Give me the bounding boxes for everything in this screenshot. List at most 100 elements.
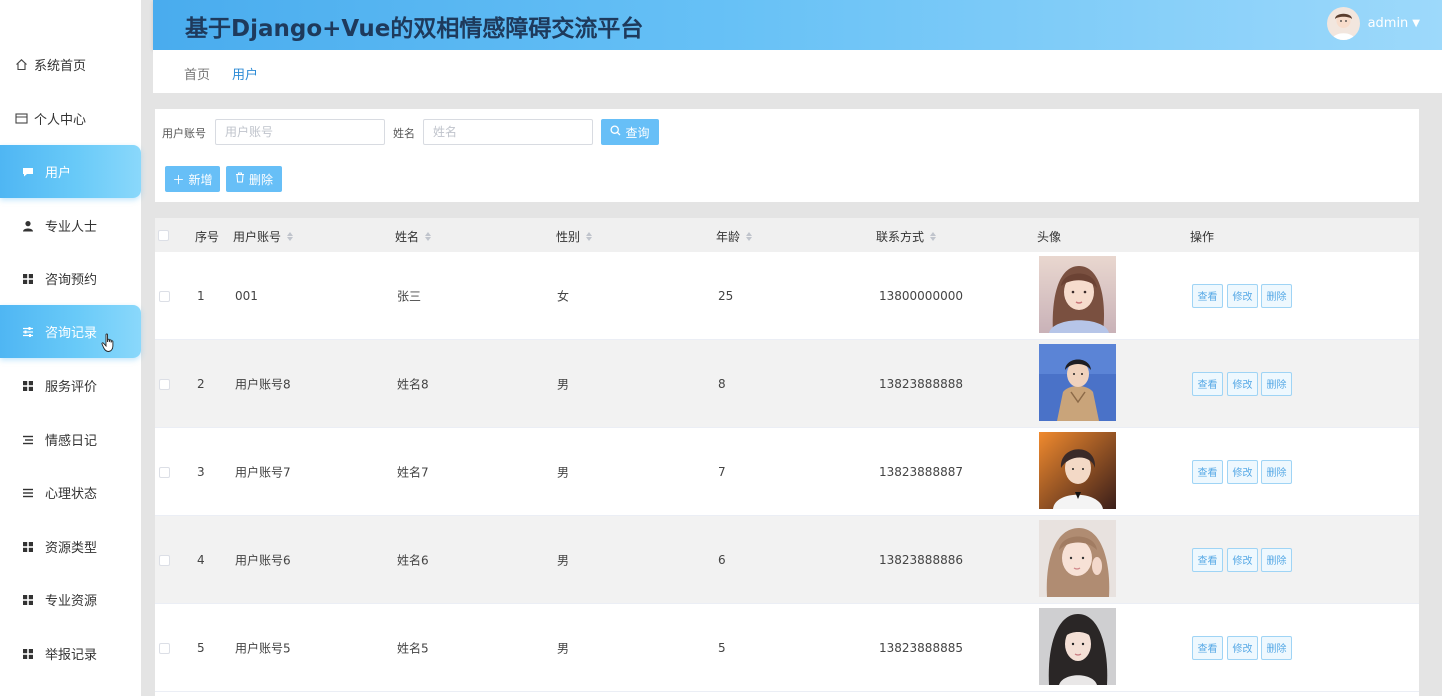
cell-account: 用户账号8 (235, 377, 291, 391)
menu-icon (20, 487, 36, 499)
edit-button[interactable]: 修改 (1227, 635, 1258, 660)
view-button[interactable]: 查看 (1192, 283, 1223, 308)
grid-icon (20, 648, 36, 660)
row-checkbox[interactable] (159, 555, 170, 566)
row-checkbox[interactable] (159, 379, 170, 390)
user-avatar-image (1039, 432, 1116, 509)
sidebar-item-diary[interactable]: 情感日记 (0, 413, 141, 466)
sidebar-item-home[interactable]: 系统首页 (0, 38, 141, 91)
cell-gender: 男 (557, 641, 570, 655)
cell-phone: 13823888885 (879, 640, 963, 655)
delete-button[interactable]: 删除 (1261, 371, 1292, 396)
cell-account: 001 (235, 288, 258, 303)
header-phone[interactable]: 联系方式 (876, 228, 937, 245)
edit-button[interactable]: 修改 (1227, 547, 1258, 572)
cell-gender: 男 (557, 553, 570, 567)
cell-age: 8 (718, 376, 726, 391)
batch-delete-button[interactable]: 删除 (226, 166, 282, 192)
row-checkbox[interactable] (159, 291, 170, 302)
table-row: 5 用户账号5 姓名5 男 5 13823888885 查看 修改 删除 (155, 604, 1419, 692)
header-account[interactable]: 用户账号 (233, 228, 294, 245)
username: admin (1367, 16, 1409, 31)
header-gender[interactable]: 性别 (556, 228, 593, 245)
header-age[interactable]: 年龄 (716, 228, 753, 245)
delete-button[interactable]: 删除 (1261, 459, 1292, 484)
header-account-label: 用户账号 (233, 230, 282, 244)
edit-button[interactable]: 修改 (1227, 283, 1258, 308)
grid-icon (20, 273, 36, 285)
delete-button[interactable]: 删除 (1261, 283, 1292, 308)
sort-icon (930, 232, 937, 241)
sidebar-item-label: 资源类型 (45, 541, 98, 556)
header-name-label: 姓名 (395, 230, 420, 244)
view-button[interactable]: 查看 (1192, 547, 1223, 572)
delete-button[interactable]: 删除 (1261, 547, 1292, 572)
name-label: 姓名 (393, 127, 415, 140)
delete-button[interactable]: 删除 (1261, 635, 1292, 660)
row-checkbox[interactable] (159, 643, 170, 654)
view-button[interactable]: 查看 (1192, 459, 1223, 484)
cell-age: 5 (718, 640, 726, 655)
sidebar-item-label: 系统首页 (34, 59, 87, 74)
breadcrumb-current: 用户 (232, 68, 259, 83)
cell-index: 5 (197, 640, 205, 655)
header-phone-label: 联系方式 (876, 230, 925, 244)
row-checkbox[interactable] (159, 467, 170, 478)
sidebar-item-label: 心理状态 (45, 487, 98, 502)
table-row: 2 用户账号8 姓名8 男 8 13823888888 查看 修改 删除 (155, 340, 1419, 428)
name-search-input[interactable] (423, 119, 593, 145)
cell-age: 7 (718, 464, 726, 479)
top-header: 基于Django+Vue的双相情感障碍交流平台 admin ▼ (153, 0, 1442, 50)
sidebar-item-professionals[interactable]: 专业人士 (0, 199, 141, 252)
grid-icon (20, 541, 36, 553)
sidebar-item-label: 个人中心 (34, 113, 87, 128)
sidebar-item-resource-type[interactable]: 资源类型 (0, 520, 141, 573)
cell-phone: 13800000000 (879, 288, 963, 303)
user-menu[interactable]: admin ▼ (1326, 7, 1420, 40)
home-icon (13, 58, 29, 71)
breadcrumb-home[interactable]: 首页 (184, 64, 210, 83)
sidebar-item-consult-records[interactable]: 咨询记录 (0, 305, 141, 358)
cell-phone: 13823888888 (879, 376, 963, 391)
cell-age: 6 (718, 552, 726, 567)
sort-icon (287, 232, 294, 241)
edit-button[interactable]: 修改 (1227, 459, 1258, 484)
query-button[interactable]: 查询 (601, 119, 659, 145)
sidebar-item-service-review[interactable]: 服务评价 (0, 359, 141, 412)
cell-age: 25 (718, 288, 734, 303)
cell-gender: 男 (557, 465, 570, 479)
select-all-checkbox[interactable] (158, 230, 169, 241)
cell-index: 3 (197, 464, 205, 479)
sidebar-item-reports[interactable]: 举报记录 (0, 627, 141, 680)
user-avatar-image (1039, 344, 1116, 421)
table-row: 4 用户账号6 姓名6 男 6 13823888886 查看 修改 删除 (155, 516, 1419, 604)
sort-icon (425, 232, 432, 241)
header-index: 序号 (195, 230, 220, 244)
sidebar-item-mental-state[interactable]: 心理状态 (0, 466, 141, 519)
cell-name: 姓名7 (397, 465, 429, 479)
table-header: 序号 用户账号 姓名 性别 年龄 联系方式 头像 操作 (155, 218, 1419, 252)
table-row: 1 001 张三 女 25 13800000000 查看 修改 删除 (155, 252, 1419, 340)
view-button[interactable]: 查看 (1192, 635, 1223, 660)
sidebar-item-pro-resources[interactable]: 专业资源 (0, 573, 141, 626)
cell-index: 1 (197, 288, 205, 303)
cell-phone: 13823888887 (879, 464, 963, 479)
header-name[interactable]: 姓名 (395, 228, 432, 245)
account-search-input[interactable] (215, 119, 385, 145)
cell-name: 张三 (397, 289, 422, 303)
cell-name: 姓名6 (397, 553, 429, 567)
plus-icon: ＋ (172, 172, 185, 187)
edit-button[interactable]: 修改 (1227, 371, 1258, 396)
view-button[interactable]: 查看 (1192, 371, 1223, 396)
sidebar-item-consult-booking[interactable]: 咨询预约 (0, 252, 141, 305)
user-table: 序号 用户账号 姓名 性别 年龄 联系方式 头像 操作 1 001 张三 女 2… (155, 218, 1419, 696)
sidebar-item-label: 专业资源 (45, 594, 98, 609)
sidebar-item-profile[interactable]: 个人中心 (0, 92, 141, 145)
hand-cursor-icon (101, 333, 114, 352)
add-button[interactable]: ＋ 新增 (165, 166, 220, 192)
cell-index: 4 (197, 552, 205, 567)
user-avatar-image (1039, 256, 1116, 333)
sidebar-item-users[interactable]: 用户 (0, 145, 141, 198)
user-avatar-image (1039, 520, 1116, 597)
header-avatar: 头像 (1037, 230, 1062, 244)
